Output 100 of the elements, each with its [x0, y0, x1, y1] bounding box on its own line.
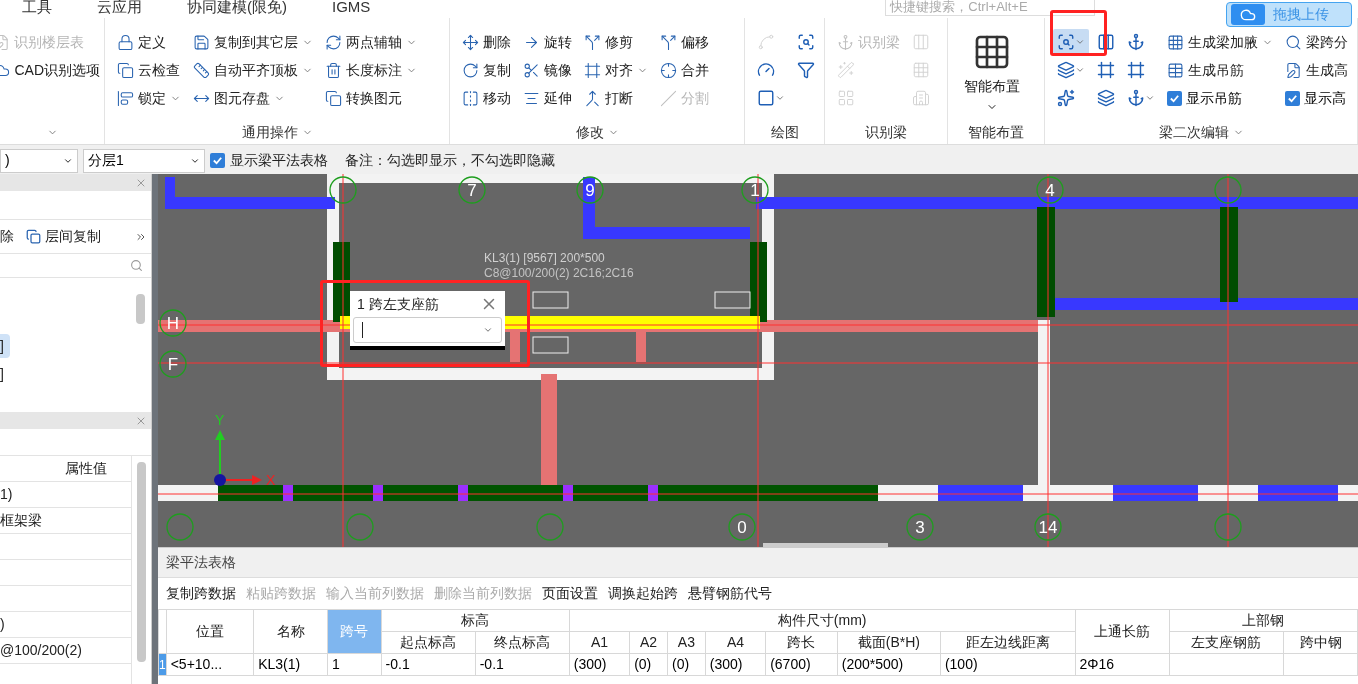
ribbon-button[interactable]: 锁定	[113, 84, 185, 112]
menu-tab[interactable]: IGMS	[332, 0, 371, 19]
popup-title: 1 跨左支座筋	[357, 294, 439, 314]
scan-icon	[1057, 33, 1075, 51]
note-text: 备注：勾选即显示，不勾选即隐藏	[345, 151, 555, 170]
ribbon-button[interactable]: 定义	[113, 28, 185, 56]
column-header[interactable]: 截面(B*H)	[837, 631, 941, 654]
column-header[interactable]: 上部钢	[1169, 609, 1358, 632]
line-icon	[660, 89, 677, 107]
group-title: 梁二次编辑	[1158, 122, 1229, 142]
table-action-button[interactable]: 复制跨数据	[166, 583, 236, 604]
table-action-button[interactable]: 调换起始跨	[608, 583, 678, 604]
highlight-frame	[1050, 10, 1107, 56]
ribbon-button[interactable]: 删除	[458, 28, 515, 56]
scissors-icon	[523, 61, 540, 79]
caret-icon	[775, 93, 785, 103]
ribbon-button[interactable]: 旋转	[519, 28, 576, 56]
table-action-button[interactable]: 页面设置	[542, 583, 598, 604]
ribbon-button[interactable]: 镜像	[519, 56, 576, 84]
column-header[interactable]: 左支座钢筋	[1169, 631, 1284, 654]
ribbon-button[interactable]: 长度标注	[321, 56, 421, 84]
merge-icon	[584, 89, 601, 107]
table-cell: (300)	[705, 653, 766, 676]
checkbox[interactable]	[1285, 91, 1300, 106]
lock-icon	[117, 33, 134, 51]
ribbon-button[interactable]: 复制到其它层	[189, 28, 317, 56]
column-header[interactable]: A2	[629, 631, 668, 654]
arc-icon	[757, 33, 775, 51]
table-cell: <5+10...	[166, 653, 254, 676]
ribbon-button[interactable]: 生成吊筋	[1163, 56, 1277, 84]
splitter-handle[interactable]	[763, 543, 888, 547]
cloud-logo-icon	[1231, 4, 1265, 25]
property-value: @100/200(2)	[0, 641, 82, 660]
tool-icon-button[interactable]	[1053, 29, 1089, 55]
delete-button[interactable]: 除	[0, 226, 14, 247]
wand-icon	[837, 61, 855, 79]
group-title: 通用操作	[241, 122, 298, 142]
table-cell: (6700)	[765, 653, 838, 676]
ribbon-button[interactable]: 复制	[458, 56, 515, 84]
ribbon-button[interactable]: 自动平齐顶板	[189, 56, 317, 84]
beam-label: C8@100/200(2) 2C16;2C16	[484, 266, 634, 280]
ribbon-button[interactable]: 两点辅轴	[321, 28, 421, 56]
table-cell: (200*500)	[837, 653, 941, 676]
column-header[interactable]: 名称	[253, 609, 328, 654]
ribbon-button[interactable]: 偏移	[656, 28, 713, 56]
ribbon-button[interactable]: 生成梁加腋	[1163, 28, 1277, 56]
ribbon-button[interactable]: 生成高	[1281, 56, 1352, 84]
ribbon-button[interactable]: 梁跨分	[1281, 28, 1352, 56]
column-header[interactable]: 终点标高	[475, 631, 570, 654]
crosshair-icon	[660, 61, 677, 79]
drawing-canvas[interactable]: 7 9 1 4 H F 0 3 14 KL3(1) [9567] 200*500 C8@100/200(2) 2C16;2C16 Y X 1 跨左支座筋	[158, 174, 1358, 547]
checkbox[interactable]	[1167, 91, 1182, 106]
group-title: 修改	[575, 122, 604, 142]
column-header[interactable]: 构件尺寸(mm)	[569, 609, 1076, 632]
layer-select[interactable]: 分层1	[83, 148, 205, 173]
scrollbar[interactable]	[136, 294, 145, 324]
grid-icon	[1167, 33, 1184, 51]
rectangle-icon	[757, 89, 775, 107]
column-header[interactable]: 跨长	[765, 631, 838, 654]
ribbon-button[interactable]: 图元存盘	[189, 84, 317, 112]
axis-bubble: 14	[1034, 513, 1062, 541]
checkmark-icon	[1287, 93, 1298, 104]
ribbon-button[interactable]: 延伸	[519, 84, 576, 112]
ribbon-button[interactable]: 合并	[656, 56, 713, 84]
table-cell: 1	[327, 653, 382, 676]
ribbon-button[interactable]: 打断	[580, 84, 652, 112]
checkbox-label: 显示梁平法表格	[230, 151, 328, 170]
table-action-button[interactable]: 悬臂钢筋代号	[688, 583, 772, 604]
property-value: )	[0, 615, 5, 634]
column-header[interactable]: 跨中钢	[1283, 631, 1358, 654]
rebar-input-field[interactable]	[353, 317, 502, 343]
scrollbar[interactable]	[137, 462, 146, 662]
ribbon-button[interactable]: 云检查	[113, 56, 185, 84]
menu-tab[interactable]: 工具	[22, 0, 52, 19]
column-header[interactable]: 起点标高	[381, 631, 476, 654]
ribbon-button[interactable]: 转换图元	[321, 84, 421, 112]
ribbon-button[interactable]: 移动	[458, 84, 515, 112]
list-item[interactable]: ]	[0, 334, 10, 358]
column-header[interactable]: A1	[569, 631, 630, 654]
column-header[interactable]: A3	[667, 631, 706, 654]
checkbox[interactable]	[210, 153, 225, 168]
column-header[interactable]: A4	[705, 631, 766, 654]
table-icon	[1167, 61, 1184, 79]
group-title: 智能布置	[968, 122, 1024, 142]
caret-icon	[483, 325, 493, 335]
column-header[interactable]: 上通长筋	[1075, 609, 1170, 654]
table-cell: -0.1	[475, 653, 570, 676]
ribbon-button[interactable]: 修剪	[580, 28, 652, 56]
coordinate-axes-drawing	[214, 430, 262, 486]
ribbon-button[interactable]: 对齐	[580, 56, 652, 84]
menu-tab[interactable]: 协同建模(限免)	[187, 0, 287, 19]
checkmark-icon	[212, 155, 223, 166]
column-header[interactable]: 位置	[166, 609, 254, 654]
list-item[interactable]: ]	[0, 362, 10, 386]
column-header[interactable]: 标高	[381, 609, 570, 632]
group-title: 绘图	[770, 122, 799, 142]
ribbon-button[interactable]: CAD识别选项	[0, 56, 104, 84]
smart-layout-button[interactable]: 智能布置	[956, 28, 1028, 118]
copy-between-floors-button[interactable]: 层间复制	[26, 226, 101, 247]
floor-select[interactable]: )	[0, 148, 78, 173]
